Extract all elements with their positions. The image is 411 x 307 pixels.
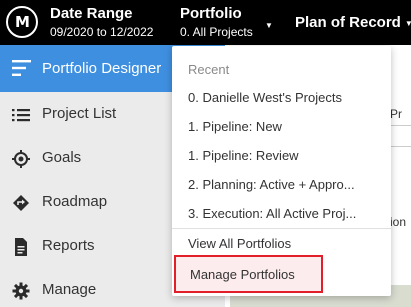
- sidebar-item-label: Portfolio Designer: [42, 60, 162, 77]
- menu-item-recent-portfolio[interactable]: 3. Execution: All Active Proj...: [188, 206, 356, 221]
- app-logo[interactable]: M: [6, 6, 38, 38]
- logo-letter: M: [15, 13, 30, 31]
- menu-item-recent-portfolio[interactable]: 2. Planning: Active + Appro...: [188, 177, 355, 192]
- date-range-value: 09/2020 to 12/2022: [50, 25, 154, 39]
- gear-icon: [12, 282, 30, 300]
- plan-of-record-selector[interactable]: Plan of Record ▼: [295, 14, 411, 31]
- menu-item-recent-portfolio[interactable]: 1. Pipeline: New: [188, 119, 282, 134]
- list-icon: [12, 109, 30, 122]
- sidebar-item-label: Roadmap: [42, 193, 108, 210]
- chevron-down-icon: ▼: [265, 21, 273, 30]
- portfolio-dropdown-menu: Recent 0. Danielle West's Projects 1. Pi…: [172, 46, 391, 296]
- portfolio-title: Portfolio: [180, 5, 242, 22]
- sidebar-item-label: Project List: [42, 105, 117, 122]
- menu-item-recent-portfolio[interactable]: 1. Pipeline: Review: [188, 148, 299, 163]
- portfolio-value: 0. All Projects: [180, 25, 253, 39]
- sidebar-item-label: Reports: [42, 237, 95, 254]
- manage-portfolios-label: Manage Portfolios: [190, 267, 295, 282]
- sidebar-item-label: Goals: [42, 149, 82, 166]
- roadmap-diamond-icon: [13, 195, 29, 211]
- recent-header: Recent: [188, 62, 230, 77]
- target-icon: [12, 150, 30, 168]
- date-range-selector[interactable]: Date Range 09/2020 to 12/2022: [50, 5, 153, 40]
- date-range-title: Date Range: [50, 5, 133, 22]
- sort-lines-icon: [12, 60, 31, 76]
- menu-item-recent-portfolio[interactable]: 0. Danielle West's Projects: [188, 90, 342, 105]
- top-bar: M Date Range 09/2020 to 12/2022 Portfoli…: [0, 0, 411, 45]
- menu-divider: [172, 228, 391, 229]
- portfolio-selector[interactable]: Portfolio 0. All Projects ▼: [180, 5, 273, 40]
- manage-portfolios-item[interactable]: Manage Portfolios: [174, 255, 323, 293]
- view-all-portfolios-item[interactable]: View All Portfolios: [188, 236, 291, 251]
- plan-of-record-label: Plan of Record: [295, 14, 401, 31]
- report-document-icon: [15, 238, 27, 256]
- sidebar-item-label: Manage: [42, 281, 97, 298]
- chevron-down-icon: ▼: [404, 18, 411, 28]
